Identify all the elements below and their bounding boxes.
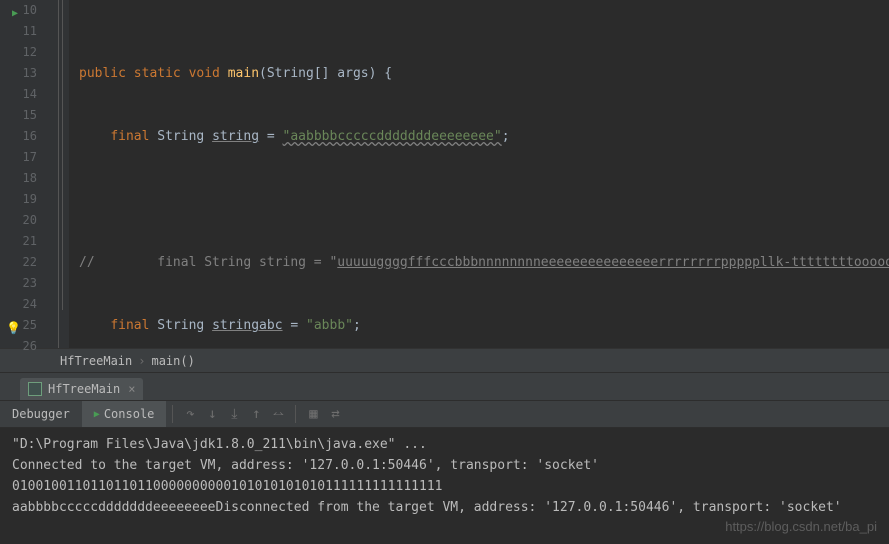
breadcrumb-class[interactable]: HfTreeMain <box>60 354 132 368</box>
debugger-tab[interactable]: Debugger <box>0 401 82 427</box>
line-gutter: ▶10 11 12 13 14 15 16 17 18 19 20 21 22 … <box>0 0 55 348</box>
step-out-icon[interactable]: ↑ <box>245 403 267 425</box>
console-line: 0100100110110110110000000000101010101010… <box>12 476 877 497</box>
watermark: https://blog.csdn.net/ba_pi <box>725 519 877 534</box>
run-config-tab[interactable]: HfTreeMain × <box>20 378 143 400</box>
code-editor[interactable]: ▶10 11 12 13 14 15 16 17 18 19 20 21 22 … <box>0 0 889 348</box>
run-icon[interactable]: ▶ <box>6 3 18 15</box>
settings-icon[interactable]: ⇄ <box>324 403 346 425</box>
run-config-icon <box>28 382 42 396</box>
chevron-right-icon: › <box>138 354 145 368</box>
layout-icon[interactable]: ▦ <box>302 403 324 425</box>
breadcrumb-method[interactable]: main() <box>151 354 194 368</box>
step-into-icon[interactable]: ↓ <box>201 403 223 425</box>
fold-column <box>55 0 69 348</box>
console-line: "D:\Program Files\Java\jdk1.8.0_211\bin\… <box>12 434 877 455</box>
console-line: Connected to the target VM, address: '12… <box>12 455 877 476</box>
code-content[interactable]: public static void main(String[] args) {… <box>69 0 889 348</box>
drop-frame-icon[interactable]: ⥎ <box>267 403 289 425</box>
breadcrumb[interactable]: HfTreeMain › main() <box>0 348 889 372</box>
debug-toolbar: Debugger ▶Console ↷ ↓ ⤓ ↑ ⥎ ▦ ⇄ <box>0 400 889 428</box>
run-tab-bar: HfTreeMain × <box>0 372 889 400</box>
play-icon: ▶ <box>94 409 100 420</box>
bulb-icon[interactable]: 💡 <box>6 318 18 330</box>
close-icon[interactable]: × <box>128 382 135 396</box>
console-line: aabbbbcccccdddddddeeeeeeeeDisconnected f… <box>12 497 877 518</box>
force-step-icon[interactable]: ⤓ <box>223 403 245 425</box>
step-over-icon[interactable]: ↷ <box>179 403 201 425</box>
console-tab[interactable]: ▶Console <box>82 401 167 427</box>
